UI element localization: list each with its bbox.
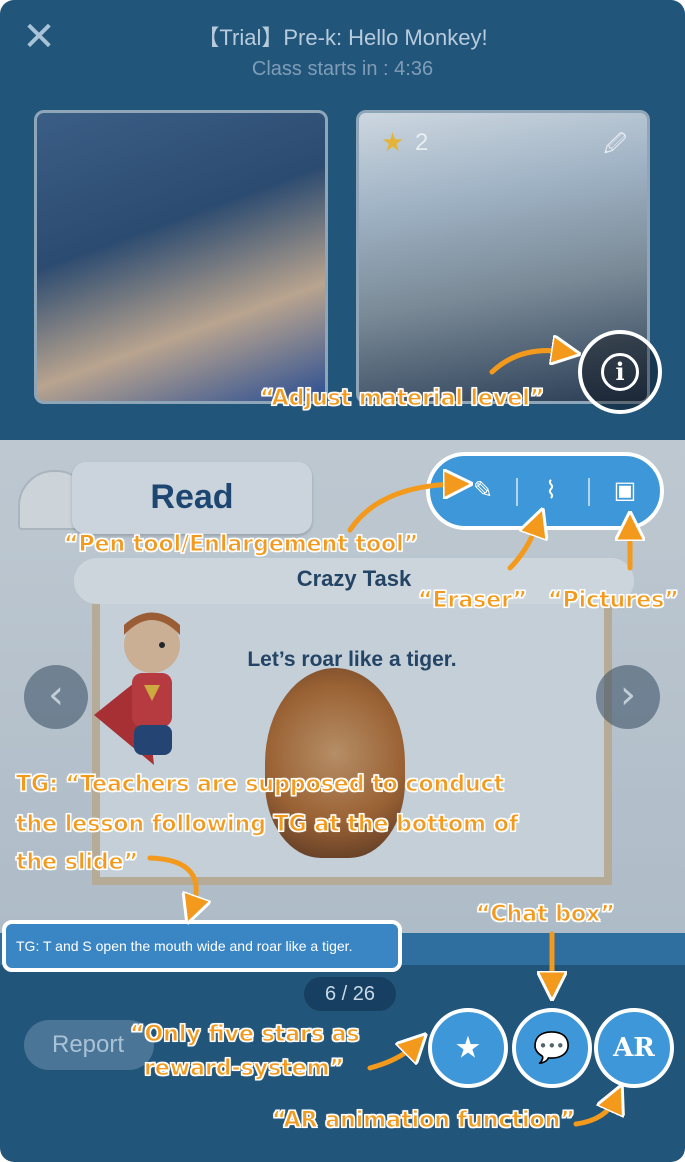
annotation-arrows [147,0,685,1127]
app-screen: ✕ 【Trial】Pre-k: Hello Monkey! Class star… [0,0,685,1162]
